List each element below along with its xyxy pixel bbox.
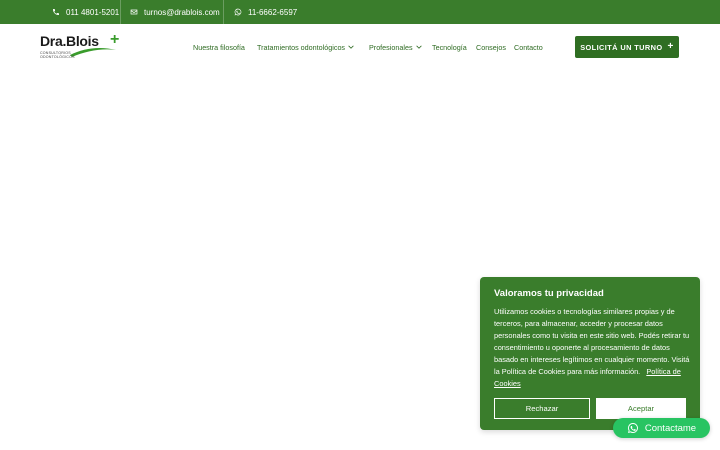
- site-logo[interactable]: Dra.Blois + CONSULTORIOS ODONTOLÓGICOS: [40, 31, 126, 63]
- nav-item-contacto[interactable]: Contacto: [514, 24, 543, 70]
- envelope-icon: [130, 9, 138, 15]
- topbar-divider: [120, 0, 121, 24]
- topbar-whatsapp-text: 11-6662-6597: [248, 7, 298, 17]
- cta-label: SOLICITÁ UN TURNO: [580, 42, 663, 52]
- logo-subtitle: CONSULTORIOS ODONTOLÓGICOS: [40, 51, 75, 59]
- cookie-text: Utilizamos cookies o tecnologías similar…: [494, 306, 690, 390]
- contact-topbar: 011 4801-5201 turnos@drablois.com 11-666…: [0, 0, 720, 24]
- reject-cookies-button[interactable]: Rechazar: [494, 398, 590, 419]
- whatsapp-icon: [234, 8, 242, 16]
- topbar-divider: [223, 0, 224, 24]
- nav-item-tecnologia[interactable]: Tecnología: [432, 24, 467, 70]
- chevron-down-icon: [415, 45, 422, 49]
- nav-item-filosofia[interactable]: Nuestra filosofía: [193, 24, 245, 70]
- topbar-phone[interactable]: 011 4801-5201: [52, 0, 119, 24]
- plus-icon: +: [667, 41, 674, 52]
- chevron-down-icon: [348, 45, 354, 49]
- nav-item-tratamientos[interactable]: Tratamientos odontológicos: [257, 24, 354, 70]
- nav-item-profesionales[interactable]: Profesionales: [369, 24, 422, 70]
- cookie-body: Utilizamos cookies o tecnologías similar…: [494, 307, 690, 376]
- cookie-consent-banner: Valoramos tu privacidad Utilizamos cooki…: [480, 277, 700, 430]
- topbar-email-text: turnos@drablois.com: [144, 7, 220, 17]
- accept-cookies-button[interactable]: Aceptar: [596, 398, 686, 419]
- whatsapp-contact-button[interactable]: Contactame: [613, 418, 710, 438]
- topbar-phone-text: 011 4801-5201: [66, 7, 120, 17]
- main-header: Dra.Blois + CONSULTORIOS ODONTOLÓGICOS N…: [0, 24, 720, 70]
- cookie-title: Valoramos tu privacidad: [494, 288, 604, 299]
- logo-swoosh-icon: [70, 47, 116, 57]
- topbar-email[interactable]: turnos@drablois.com: [130, 0, 220, 24]
- whatsapp-icon: [627, 423, 638, 433]
- phone-icon: [53, 9, 59, 15]
- nav-item-consejos[interactable]: Consejos: [476, 24, 506, 70]
- topbar-whatsapp[interactable]: 11-6662-6597: [234, 0, 297, 24]
- request-appointment-button[interactable]: SOLICITÁ UN TURNO +: [575, 36, 679, 58]
- whatsapp-button-label: Contactame: [644, 422, 697, 434]
